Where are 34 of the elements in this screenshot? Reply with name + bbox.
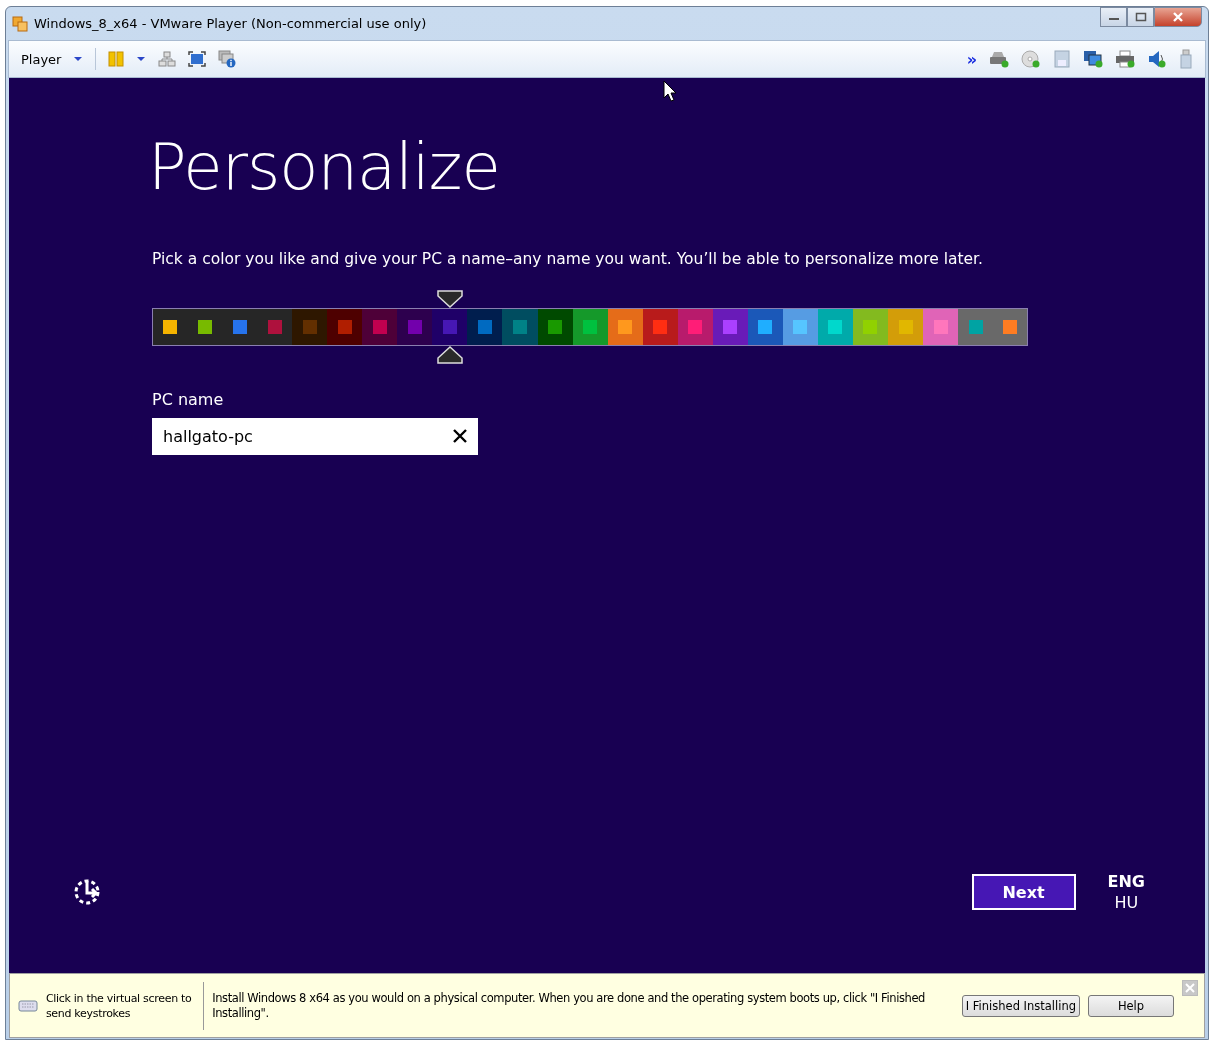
maximize-icon xyxy=(1134,12,1147,22)
app-icon xyxy=(12,15,28,32)
overflow-chevron[interactable]: » xyxy=(966,49,977,69)
info-icon[interactable] xyxy=(218,50,237,68)
network-adapter-icon[interactable] xyxy=(1083,50,1103,68)
minimize-button[interactable] xyxy=(1100,7,1127,27)
clear-icon[interactable] xyxy=(452,428,468,444)
caret-icon[interactable] xyxy=(73,56,84,62)
close-button[interactable] xyxy=(1154,7,1202,27)
keyboard-icon xyxy=(18,997,38,1014)
next-button[interactable]: Next xyxy=(971,874,1076,910)
language-code[interactable]: ENG xyxy=(1107,872,1145,891)
window-title: Windows_8_x64 - VMware Player (Non-commercial use only) xyxy=(34,16,427,31)
install-message: Install Windows 8 x64 as you would on a physical computer. When you are done and the operating system boots up, click "I Finished Installing". xyxy=(212,990,926,1021)
hard-disk-icon[interactable] xyxy=(989,50,1009,68)
mouse-pointer-icon xyxy=(663,80,677,102)
info-bar-button[interactable]: I Finished Installing xyxy=(961,994,1080,1017)
page-heading: Personalize xyxy=(148,130,501,204)
pc-name-field[interactable]: hallgato-pc xyxy=(152,418,478,455)
instruction-text: Pick a color you like and give your PC a name–any name you want. You’ll be able to personalize more later. xyxy=(152,250,984,268)
accessibility-icon[interactable] xyxy=(72,877,102,907)
info-bar-button[interactable]: Help xyxy=(1088,994,1174,1017)
pc-name-label: PC name xyxy=(152,390,225,409)
caret-icon[interactable] xyxy=(136,56,147,62)
maximize-button[interactable] xyxy=(1127,7,1154,27)
close-icon xyxy=(1172,12,1184,22)
player-menu[interactable]: Player xyxy=(21,51,62,67)
cd-icon[interactable] xyxy=(1021,50,1041,68)
keyboard-layout[interactable]: HU xyxy=(1114,893,1139,912)
keystroke-hint: Click in the virtual screen to send keystrokes xyxy=(45,990,193,1021)
fullscreen-icon[interactable] xyxy=(188,51,207,67)
color-option[interactable] xyxy=(432,288,468,366)
speaker-icon[interactable] xyxy=(1147,50,1167,68)
printer-icon[interactable] xyxy=(1115,50,1135,68)
